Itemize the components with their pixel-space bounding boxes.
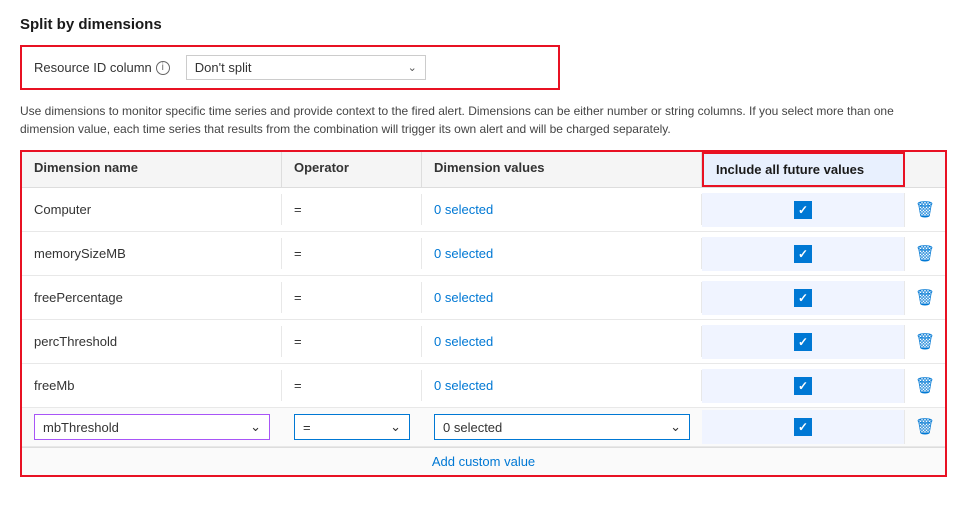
th-actions [905,152,945,187]
row-2-include-future[interactable] [702,237,905,271]
row-1-delete-icon[interactable]: 🗑 [917,200,933,220]
resource-id-dropdown-value: Don't split [195,60,252,75]
row-2-values[interactable]: 0 selected [422,238,702,269]
table-row: percThreshold = 0 selected 🗑 [22,320,945,364]
last-row-checkbox[interactable] [794,418,812,436]
row-4-values[interactable]: 0 selected [422,326,702,357]
add-custom-row: Add custom value [22,447,945,475]
resource-id-text: Resource ID column [34,60,152,75]
add-custom-value-link[interactable]: Add custom value [432,454,535,469]
row-2-checkbox[interactable] [794,245,812,263]
row-4-checkbox[interactable] [794,333,812,351]
last-row-operator-cell: = ⌄ [282,408,422,446]
last-row-name-dropdown[interactable]: mbThreshold ⌄ [34,414,270,440]
row-1-operator: = [282,194,422,225]
th-dimension-values: Dimension values [422,152,702,187]
last-row-delete-icon[interactable]: 🗑 [917,417,933,437]
last-row-delete[interactable]: 🗑 [905,409,945,445]
row-5-delete-icon[interactable]: 🗑 [917,376,933,396]
th-include-future: Include all future values [702,152,905,187]
row-1-delete[interactable]: 🗑 [905,192,945,228]
row-1-include-future[interactable] [702,193,905,227]
last-row-name-value: mbThreshold [43,420,119,435]
last-row-values-cell: 0 selected ⌄ [422,408,702,446]
row-5-checkbox[interactable] [794,377,812,395]
last-editable-row: mbThreshold ⌄ = ⌄ 0 selected ⌄ 🗑 [22,408,945,447]
row-3-values[interactable]: 0 selected [422,282,702,313]
row-2-delete-icon[interactable]: 🗑 [917,244,933,264]
last-row-name-cell: mbThreshold ⌄ [22,408,282,446]
last-row-operator-chevron-icon: ⌄ [390,419,401,435]
row-2-operator: = [282,238,422,269]
row-3-delete-icon[interactable]: 🗑 [917,288,933,308]
dimensions-table: Dimension name Operator Dimension values… [20,150,947,477]
table-row: freeMb = 0 selected 🗑 [22,364,945,408]
resource-id-info-icon[interactable]: i [156,61,170,75]
resource-id-chevron-icon: ⌄ [408,61,417,74]
table-header: Dimension name Operator Dimension values… [22,152,945,188]
resource-id-section: Resource ID column i Don't split ⌄ [20,45,560,90]
row-1-name: Computer [22,194,282,225]
row-4-name: percThreshold [22,326,282,357]
row-5-values[interactable]: 0 selected [422,370,702,401]
table-row: freePercentage = 0 selected 🗑 [22,276,945,320]
last-row-include-future[interactable] [702,410,905,444]
last-row-name-chevron-icon: ⌄ [250,419,261,435]
row-5-operator: = [282,370,422,401]
row-4-include-future[interactable] [702,325,905,359]
row-3-checkbox[interactable] [794,289,812,307]
row-3-include-future[interactable] [702,281,905,315]
row-4-operator: = [282,326,422,357]
row-1-values[interactable]: 0 selected [422,194,702,225]
th-operator: Operator [282,152,422,187]
page-title: Split by dimensions [20,16,947,33]
row-1-checkbox[interactable] [794,201,812,219]
row-5-name: freeMb [22,370,282,401]
row-5-include-future[interactable] [702,369,905,403]
last-row-values-dropdown[interactable]: 0 selected ⌄ [434,414,690,440]
row-5-delete[interactable]: 🗑 [905,368,945,404]
table-row: memorySizeMB = 0 selected 🗑 [22,232,945,276]
last-row-operator-dropdown[interactable]: = ⌄ [294,414,410,440]
description-text: Use dimensions to monitor specific time … [20,102,940,138]
row-2-name: memorySizeMB [22,238,282,269]
last-row-values-chevron-icon: ⌄ [670,419,681,435]
last-row-values-placeholder: 0 selected [443,420,502,435]
last-row-operator-value: = [303,420,311,435]
table-row: Computer = 0 selected 🗑 [22,188,945,232]
resource-id-label: Resource ID column i [34,60,170,75]
row-3-name: freePercentage [22,282,282,313]
resource-id-dropdown[interactable]: Don't split ⌄ [186,55,426,80]
row-3-operator: = [282,282,422,313]
row-4-delete[interactable]: 🗑 [905,324,945,360]
row-4-delete-icon[interactable]: 🗑 [917,332,933,352]
row-3-delete[interactable]: 🗑 [905,280,945,316]
row-2-delete[interactable]: 🗑 [905,236,945,272]
th-dimension-name: Dimension name [22,152,282,187]
